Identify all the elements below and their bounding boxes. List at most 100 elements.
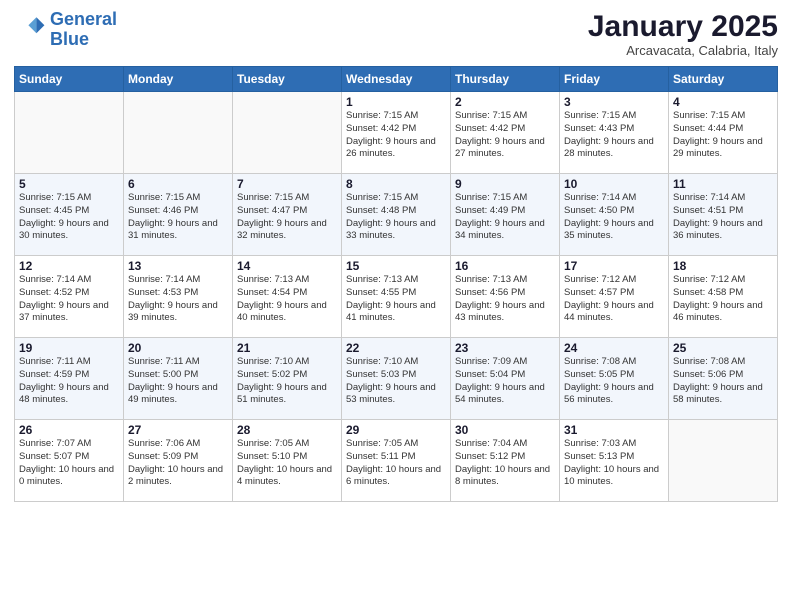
header: General Blue January 2025 Arcavacata, Ca… xyxy=(14,10,778,58)
day-cell: 29Sunrise: 7:05 AMSunset: 5:11 PMDayligh… xyxy=(342,420,451,502)
day-info: Sunrise: 7:08 AMSunset: 5:05 PMDaylight:… xyxy=(564,356,664,407)
day-cell: 4Sunrise: 7:15 AMSunset: 4:44 PMDaylight… xyxy=(669,92,778,174)
day-number: 6 xyxy=(128,177,228,191)
day-info: Sunrise: 7:15 AMSunset: 4:48 PMDaylight:… xyxy=(346,192,446,243)
month-title: January 2025 xyxy=(588,10,778,43)
day-number: 29 xyxy=(346,423,446,437)
logo: General Blue xyxy=(14,10,117,50)
day-info: Sunrise: 7:05 AMSunset: 5:10 PMDaylight:… xyxy=(237,438,337,489)
day-cell xyxy=(233,92,342,174)
day-number: 22 xyxy=(346,341,446,355)
day-number: 18 xyxy=(673,259,773,273)
page: General Blue January 2025 Arcavacata, Ca… xyxy=(0,0,792,612)
day-number: 10 xyxy=(564,177,664,191)
day-info: Sunrise: 7:14 AMSunset: 4:52 PMDaylight:… xyxy=(19,274,119,325)
day-info: Sunrise: 7:04 AMSunset: 5:12 PMDaylight:… xyxy=(455,438,555,489)
weekday-header-wednesday: Wednesday xyxy=(342,67,451,92)
day-number: 1 xyxy=(346,95,446,109)
day-number: 26 xyxy=(19,423,119,437)
day-info: Sunrise: 7:14 AMSunset: 4:51 PMDaylight:… xyxy=(673,192,773,243)
day-info: Sunrise: 7:11 AMSunset: 4:59 PMDaylight:… xyxy=(19,356,119,407)
weekday-header-thursday: Thursday xyxy=(451,67,560,92)
day-number: 23 xyxy=(455,341,555,355)
day-number: 15 xyxy=(346,259,446,273)
day-info: Sunrise: 7:15 AMSunset: 4:42 PMDaylight:… xyxy=(346,110,446,161)
day-cell: 16Sunrise: 7:13 AMSunset: 4:56 PMDayligh… xyxy=(451,256,560,338)
day-info: Sunrise: 7:13 AMSunset: 4:56 PMDaylight:… xyxy=(455,274,555,325)
day-cell: 23Sunrise: 7:09 AMSunset: 5:04 PMDayligh… xyxy=(451,338,560,420)
day-info: Sunrise: 7:13 AMSunset: 4:54 PMDaylight:… xyxy=(237,274,337,325)
day-cell: 31Sunrise: 7:03 AMSunset: 5:13 PMDayligh… xyxy=(560,420,669,502)
day-cell: 7Sunrise: 7:15 AMSunset: 4:47 PMDaylight… xyxy=(233,174,342,256)
day-info: Sunrise: 7:14 AMSunset: 4:50 PMDaylight:… xyxy=(564,192,664,243)
logo-icon xyxy=(14,14,46,46)
day-cell: 5Sunrise: 7:15 AMSunset: 4:45 PMDaylight… xyxy=(15,174,124,256)
day-info: Sunrise: 7:12 AMSunset: 4:58 PMDaylight:… xyxy=(673,274,773,325)
weekday-header-friday: Friday xyxy=(560,67,669,92)
day-number: 16 xyxy=(455,259,555,273)
weekday-header-sunday: Sunday xyxy=(15,67,124,92)
day-info: Sunrise: 7:10 AMSunset: 5:03 PMDaylight:… xyxy=(346,356,446,407)
day-cell: 20Sunrise: 7:11 AMSunset: 5:00 PMDayligh… xyxy=(124,338,233,420)
day-cell xyxy=(15,92,124,174)
weekday-header-row: SundayMondayTuesdayWednesdayThursdayFrid… xyxy=(15,67,778,92)
day-info: Sunrise: 7:11 AMSunset: 5:00 PMDaylight:… xyxy=(128,356,228,407)
day-cell: 28Sunrise: 7:05 AMSunset: 5:10 PMDayligh… xyxy=(233,420,342,502)
day-info: Sunrise: 7:14 AMSunset: 4:53 PMDaylight:… xyxy=(128,274,228,325)
day-number: 2 xyxy=(455,95,555,109)
day-cell: 22Sunrise: 7:10 AMSunset: 5:03 PMDayligh… xyxy=(342,338,451,420)
day-number: 8 xyxy=(346,177,446,191)
day-info: Sunrise: 7:15 AMSunset: 4:45 PMDaylight:… xyxy=(19,192,119,243)
day-number: 7 xyxy=(237,177,337,191)
day-info: Sunrise: 7:10 AMSunset: 5:02 PMDaylight:… xyxy=(237,356,337,407)
day-cell: 12Sunrise: 7:14 AMSunset: 4:52 PMDayligh… xyxy=(15,256,124,338)
day-cell: 26Sunrise: 7:07 AMSunset: 5:07 PMDayligh… xyxy=(15,420,124,502)
day-info: Sunrise: 7:15 AMSunset: 4:47 PMDaylight:… xyxy=(237,192,337,243)
day-info: Sunrise: 7:15 AMSunset: 4:43 PMDaylight:… xyxy=(564,110,664,161)
day-number: 24 xyxy=(564,341,664,355)
week-row-4: 19Sunrise: 7:11 AMSunset: 4:59 PMDayligh… xyxy=(15,338,778,420)
day-cell: 15Sunrise: 7:13 AMSunset: 4:55 PMDayligh… xyxy=(342,256,451,338)
day-number: 17 xyxy=(564,259,664,273)
logo-line2: Blue xyxy=(50,29,89,49)
day-cell: 3Sunrise: 7:15 AMSunset: 4:43 PMDaylight… xyxy=(560,92,669,174)
day-cell: 19Sunrise: 7:11 AMSunset: 4:59 PMDayligh… xyxy=(15,338,124,420)
week-row-5: 26Sunrise: 7:07 AMSunset: 5:07 PMDayligh… xyxy=(15,420,778,502)
day-number: 3 xyxy=(564,95,664,109)
logo-line1: General xyxy=(50,9,117,29)
day-number: 25 xyxy=(673,341,773,355)
day-info: Sunrise: 7:06 AMSunset: 5:09 PMDaylight:… xyxy=(128,438,228,489)
logo-text: General Blue xyxy=(50,10,117,50)
day-number: 20 xyxy=(128,341,228,355)
weekday-header-saturday: Saturday xyxy=(669,67,778,92)
week-row-3: 12Sunrise: 7:14 AMSunset: 4:52 PMDayligh… xyxy=(15,256,778,338)
day-number: 14 xyxy=(237,259,337,273)
location-subtitle: Arcavacata, Calabria, Italy xyxy=(588,43,778,58)
day-info: Sunrise: 7:07 AMSunset: 5:07 PMDaylight:… xyxy=(19,438,119,489)
weekday-header-tuesday: Tuesday xyxy=(233,67,342,92)
weekday-header-monday: Monday xyxy=(124,67,233,92)
day-number: 4 xyxy=(673,95,773,109)
day-info: Sunrise: 7:15 AMSunset: 4:42 PMDaylight:… xyxy=(455,110,555,161)
day-cell: 17Sunrise: 7:12 AMSunset: 4:57 PMDayligh… xyxy=(560,256,669,338)
title-block: January 2025 Arcavacata, Calabria, Italy xyxy=(588,10,778,58)
day-number: 31 xyxy=(564,423,664,437)
day-info: Sunrise: 7:15 AMSunset: 4:49 PMDaylight:… xyxy=(455,192,555,243)
day-cell: 30Sunrise: 7:04 AMSunset: 5:12 PMDayligh… xyxy=(451,420,560,502)
day-info: Sunrise: 7:15 AMSunset: 4:44 PMDaylight:… xyxy=(673,110,773,161)
day-number: 13 xyxy=(128,259,228,273)
day-cell: 25Sunrise: 7:08 AMSunset: 5:06 PMDayligh… xyxy=(669,338,778,420)
day-cell: 24Sunrise: 7:08 AMSunset: 5:05 PMDayligh… xyxy=(560,338,669,420)
day-cell: 14Sunrise: 7:13 AMSunset: 4:54 PMDayligh… xyxy=(233,256,342,338)
day-cell: 9Sunrise: 7:15 AMSunset: 4:49 PMDaylight… xyxy=(451,174,560,256)
day-number: 11 xyxy=(673,177,773,191)
day-number: 21 xyxy=(237,341,337,355)
day-info: Sunrise: 7:15 AMSunset: 4:46 PMDaylight:… xyxy=(128,192,228,243)
day-cell: 1Sunrise: 7:15 AMSunset: 4:42 PMDaylight… xyxy=(342,92,451,174)
day-number: 28 xyxy=(237,423,337,437)
day-info: Sunrise: 7:13 AMSunset: 4:55 PMDaylight:… xyxy=(346,274,446,325)
day-cell: 8Sunrise: 7:15 AMSunset: 4:48 PMDaylight… xyxy=(342,174,451,256)
day-info: Sunrise: 7:08 AMSunset: 5:06 PMDaylight:… xyxy=(673,356,773,407)
day-cell: 11Sunrise: 7:14 AMSunset: 4:51 PMDayligh… xyxy=(669,174,778,256)
day-number: 5 xyxy=(19,177,119,191)
